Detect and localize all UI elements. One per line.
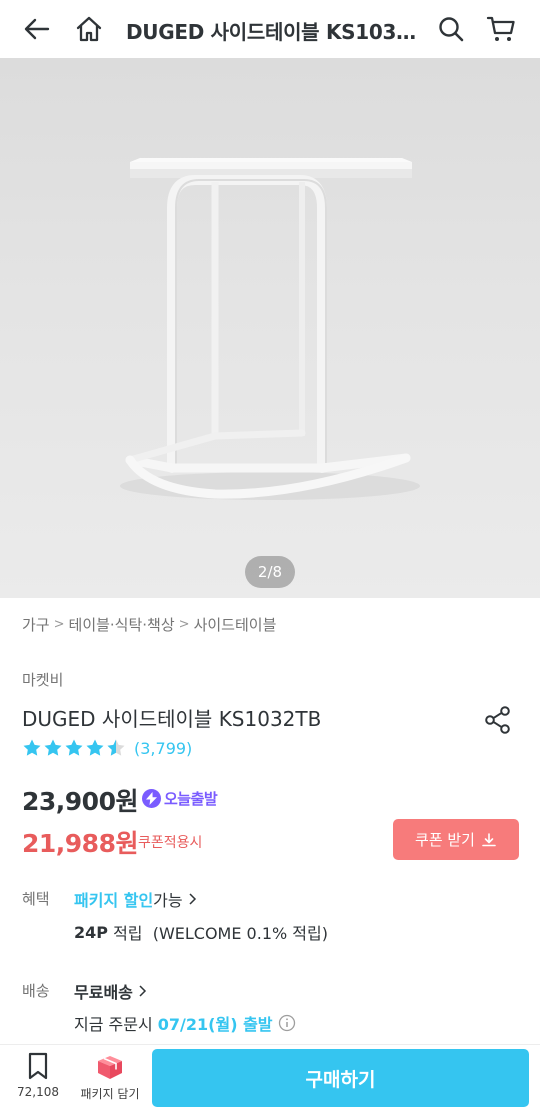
package-discount-rest: 가능 — [153, 891, 183, 910]
product-rating[interactable]: (3,799) — [22, 738, 192, 758]
bookmark-icon — [28, 1052, 48, 1080]
top-navigation-bar: DUGED 사이드테이블 KS1032TB — [0, 0, 540, 58]
bookmark-count: 72,108 — [17, 1085, 59, 1099]
chevron-right-icon — [139, 985, 146, 997]
breadcrumb: 가구 > 테이블·식탁·책상 > 사이드테이블 — [22, 614, 276, 635]
review-count[interactable]: (3,799) — [134, 739, 192, 758]
share-icon[interactable] — [482, 704, 514, 736]
points-detail: 적립 (WELCOME 0.1% 적립) — [108, 924, 328, 943]
order-prefix: 지금 주문시 — [74, 1015, 158, 1034]
star-icon — [23, 739, 41, 756]
chevron-right-icon — [189, 893, 196, 905]
gallery-page-indicator: 2/8 — [245, 556, 295, 588]
cart-icon[interactable] — [482, 10, 520, 48]
points-amount: 24P — [74, 922, 108, 942]
download-icon — [482, 832, 496, 846]
product-image-gallery[interactable]: 2/8 — [0, 58, 540, 598]
page-title: DUGED 사이드테이블 KS1032TB — [126, 20, 426, 44]
shipping-type-link[interactable]: 무료배송 — [74, 979, 149, 1003]
info-icon[interactable] — [278, 1014, 296, 1032]
benefit-label: 혜택 — [22, 890, 50, 908]
breadcrumb-item[interactable]: 사이드테이블 — [194, 614, 277, 635]
sale-price: 21,988원 — [22, 829, 138, 858]
brand-name[interactable]: 마켓비 — [22, 669, 63, 690]
coupon-download-button[interactable]: 쿠폰 받기 — [393, 819, 519, 860]
bookmark-button[interactable]: 72,108 — [12, 1051, 64, 1099]
shipping-date-info: 지금 주문시 07/21(월) 출발 — [74, 1011, 296, 1035]
shipping-label: 배송 — [22, 982, 50, 1000]
buy-now-button[interactable]: 구매하기 — [152, 1049, 529, 1107]
star-icon — [86, 739, 104, 756]
package-discount-highlight: 패키지 할인 — [74, 891, 154, 910]
ship-date: 07/21(월) 출발 — [157, 1015, 273, 1034]
package-add-label: 패키지 담기 — [80, 1087, 140, 1101]
breadcrumb-item[interactable]: 테이블·식탁·책상 — [69, 614, 175, 635]
back-arrow-icon[interactable] — [18, 10, 56, 48]
half-star-icon — [107, 739, 125, 756]
home-icon[interactable] — [70, 10, 108, 48]
coupon-note: 쿠폰적용시 — [138, 835, 203, 851]
gift-box-icon — [98, 1056, 122, 1079]
star-rating — [22, 738, 126, 758]
breadcrumb-item[interactable]: 가구 — [22, 614, 50, 635]
chevron-right-icon: > — [53, 617, 65, 632]
shipping-type: 무료배송 — [74, 983, 133, 1002]
package-discount-link[interactable]: 패키지 할인 가능 — [74, 887, 199, 911]
star-icon — [44, 739, 62, 756]
star-icon — [65, 739, 83, 756]
points-info: 24P 적립 (WELCOME 0.1% 적립) — [74, 920, 328, 944]
delivery-badge-label: 오늘출발 — [164, 790, 218, 808]
delivery-badge: 오늘출발 — [142, 788, 218, 809]
product-image — [120, 158, 420, 500]
coupon-button-label: 쿠폰 받기 — [415, 831, 475, 849]
bottom-action-bar: 72,108 패키지 담기 구매하기 — [0, 1044, 540, 1114]
original-price: 23,900원 — [22, 787, 138, 816]
product-name: DUGED 사이드테이블 KS1032TB — [22, 707, 322, 731]
search-icon[interactable] — [432, 10, 470, 48]
chevron-right-icon: > — [178, 617, 190, 632]
package-add-button[interactable]: 패키지 담기 — [74, 1051, 146, 1102]
lightning-icon — [142, 789, 161, 808]
